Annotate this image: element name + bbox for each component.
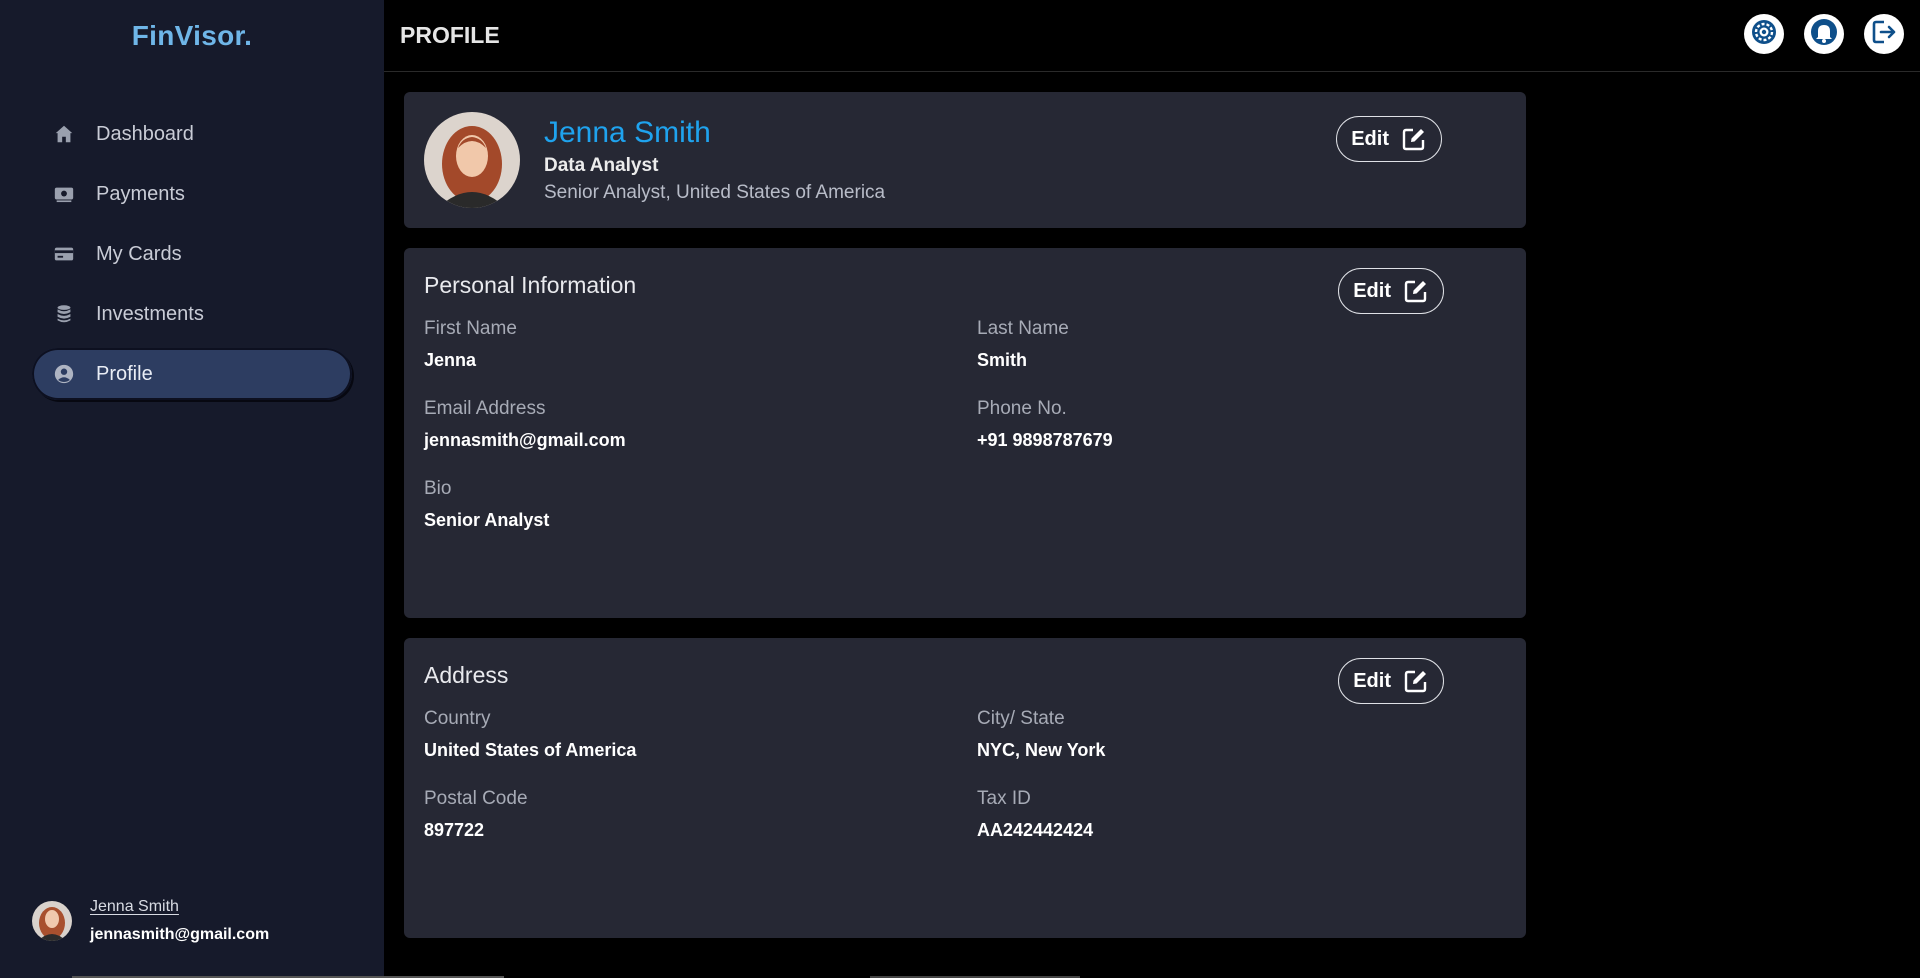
logout-button[interactable] <box>1864 14 1904 54</box>
edit-label: Edit <box>1353 669 1391 692</box>
notifications-button[interactable] <box>1804 14 1844 54</box>
sidebar-item-dashboard[interactable]: Dashboard <box>32 108 352 160</box>
user-circle-icon <box>52 362 76 386</box>
city-state-field: City/ State NYC, New York <box>977 708 1105 761</box>
bio-field: Bio Senior Analyst <box>424 478 549 531</box>
last-name-field: Last Name Smith <box>977 318 1069 371</box>
sidebar-item-investments[interactable]: Investments <box>32 288 352 340</box>
edit-icon <box>1403 278 1429 304</box>
section-title: Personal Information <box>424 272 637 298</box>
settings-button[interactable] <box>1744 14 1784 54</box>
avatar[interactable] <box>32 901 72 941</box>
sidebar-user-name[interactable]: Jenna Smith <box>90 898 269 916</box>
field-value: NYC, New York <box>977 740 1106 760</box>
field-value: United States of America <box>424 740 637 760</box>
sidebar-user: Jenna Smith jennasmith@gmail.com <box>32 898 269 944</box>
phone-field: Phone No. +91 9898787679 <box>977 398 1113 451</box>
sidebar-item-label: Dashboard <box>96 122 194 145</box>
payments-icon <box>52 182 76 206</box>
edit-address-button[interactable]: Edit <box>1338 658 1444 704</box>
sidebar-item-label: Investments <box>96 302 204 325</box>
profile-location: Senior Analyst, United States of America <box>544 182 886 203</box>
personal-info-card: Personal Information Edit First Name Jen… <box>404 248 1526 618</box>
field-label: First Name <box>424 318 517 339</box>
field-label: Postal Code <box>424 788 528 809</box>
edit-personal-info-button[interactable]: Edit <box>1338 268 1444 314</box>
profile-header-card: Jenna Smith Data Analyst Senior Analyst,… <box>404 92 1526 228</box>
sidebar-item-label: My Cards <box>96 242 182 265</box>
top-actions <box>1724 14 1904 54</box>
coins-icon <box>52 302 76 326</box>
tax-id-field: Tax ID AA242442424 <box>977 788 1093 841</box>
profile-name: Jenna Smith <box>544 116 711 149</box>
page-title: PROFILE <box>400 22 500 48</box>
sidebar-user-email: jennasmith@gmail.com <box>90 926 270 943</box>
edit-profile-button[interactable]: Edit <box>1336 116 1442 162</box>
field-label: Bio <box>424 478 452 499</box>
sidebar-item-label: Profile <box>96 362 153 385</box>
country-field: Country United States of America <box>424 708 636 761</box>
sidebar-item-payments[interactable]: Payments <box>32 168 352 220</box>
field-value: 897722 <box>424 820 485 840</box>
sidebar-item-profile[interactable]: Profile <box>32 348 352 400</box>
sidebar: FinVisor. Dashboard Payments My Cards In… <box>0 0 384 978</box>
settings-icon <box>1749 17 1779 52</box>
sidebar-item-label: Payments <box>96 182 185 205</box>
field-value: jennasmith@gmail.com <box>424 430 626 450</box>
field-value: Jenna <box>424 350 477 370</box>
logout-icon <box>1870 18 1898 51</box>
avatar <box>424 112 520 208</box>
brand-logo[interactable]: FinVisor. <box>0 20 384 52</box>
field-label: City/ State <box>977 708 1065 729</box>
field-label: Email Address <box>424 398 546 419</box>
field-value: +91 9898787679 <box>977 430 1113 450</box>
edit-label: Edit <box>1353 279 1391 302</box>
first-name-field: First Name Jenna <box>424 318 517 371</box>
field-label: Country <box>424 708 491 729</box>
edit-icon <box>1403 668 1429 694</box>
field-label: Last Name <box>977 318 1069 339</box>
postal-code-field: Postal Code 897722 <box>424 788 528 841</box>
field-value: Senior Analyst <box>424 510 550 530</box>
sidebar-item-my-cards[interactable]: My Cards <box>32 228 352 280</box>
profile-role: Data Analyst <box>544 155 659 176</box>
address-card: Address Edit Country United States of Am… <box>404 638 1526 938</box>
field-value: Smith <box>977 350 1028 370</box>
field-label: Tax ID <box>977 788 1031 809</box>
field-label: Phone No. <box>977 398 1067 419</box>
card-icon <box>52 242 76 266</box>
edit-label: Edit <box>1351 127 1389 150</box>
bell-icon <box>1809 17 1839 52</box>
sidebar-nav: Dashboard Payments My Cards Investments … <box>32 108 352 408</box>
home-icon <box>52 122 76 146</box>
edit-icon <box>1401 126 1427 152</box>
field-value: AA242442424 <box>977 820 1094 840</box>
topbar: PROFILE <box>384 0 1920 72</box>
email-field: Email Address jennasmith@gmail.com <box>424 398 626 451</box>
section-title: Address <box>424 662 509 688</box>
